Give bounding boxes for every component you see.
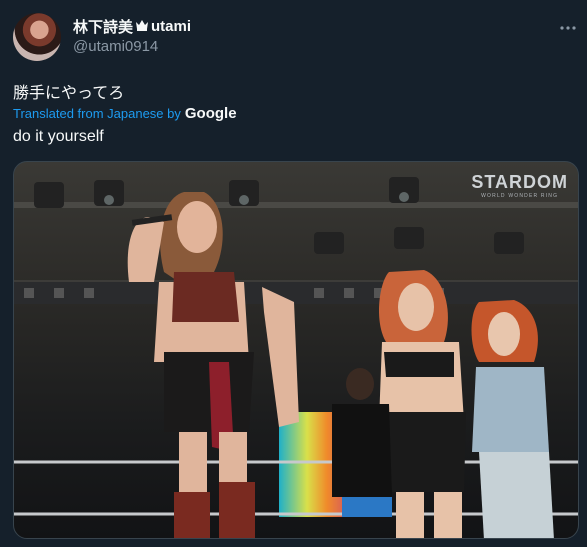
- crown-icon: [135, 18, 149, 36]
- watermark-subtext: WORLD WONDER RING: [481, 193, 559, 199]
- more-options-icon[interactable]: [558, 18, 578, 38]
- author-display-name[interactable]: 林下詩美: [73, 16, 133, 37]
- avatar[interactable]: [13, 13, 61, 61]
- translated-from-label[interactable]: Translated from Japanese by: [13, 106, 181, 121]
- google-logo: Google: [184, 105, 237, 122]
- tweet-text: 勝手にやってろ: [13, 85, 125, 102]
- stardom-watermark: STARDOM WORLD WONDER RING: [471, 172, 568, 199]
- tweet-photo[interactable]: STARDOM WORLD WONDER RING: [13, 161, 579, 539]
- watermark-text: STARDOM: [471, 172, 568, 192]
- photo-scene: [14, 177, 578, 538]
- translation-attribution[interactable]: Translated from Japanese by Google: [13, 105, 237, 122]
- author-name-suffix[interactable]: utami: [151, 18, 191, 35]
- author-name-row[interactable]: 林下詩美 utami: [73, 16, 191, 37]
- author-handle[interactable]: @utami0914: [73, 38, 158, 55]
- translated-text: do it yourself: [13, 128, 104, 145]
